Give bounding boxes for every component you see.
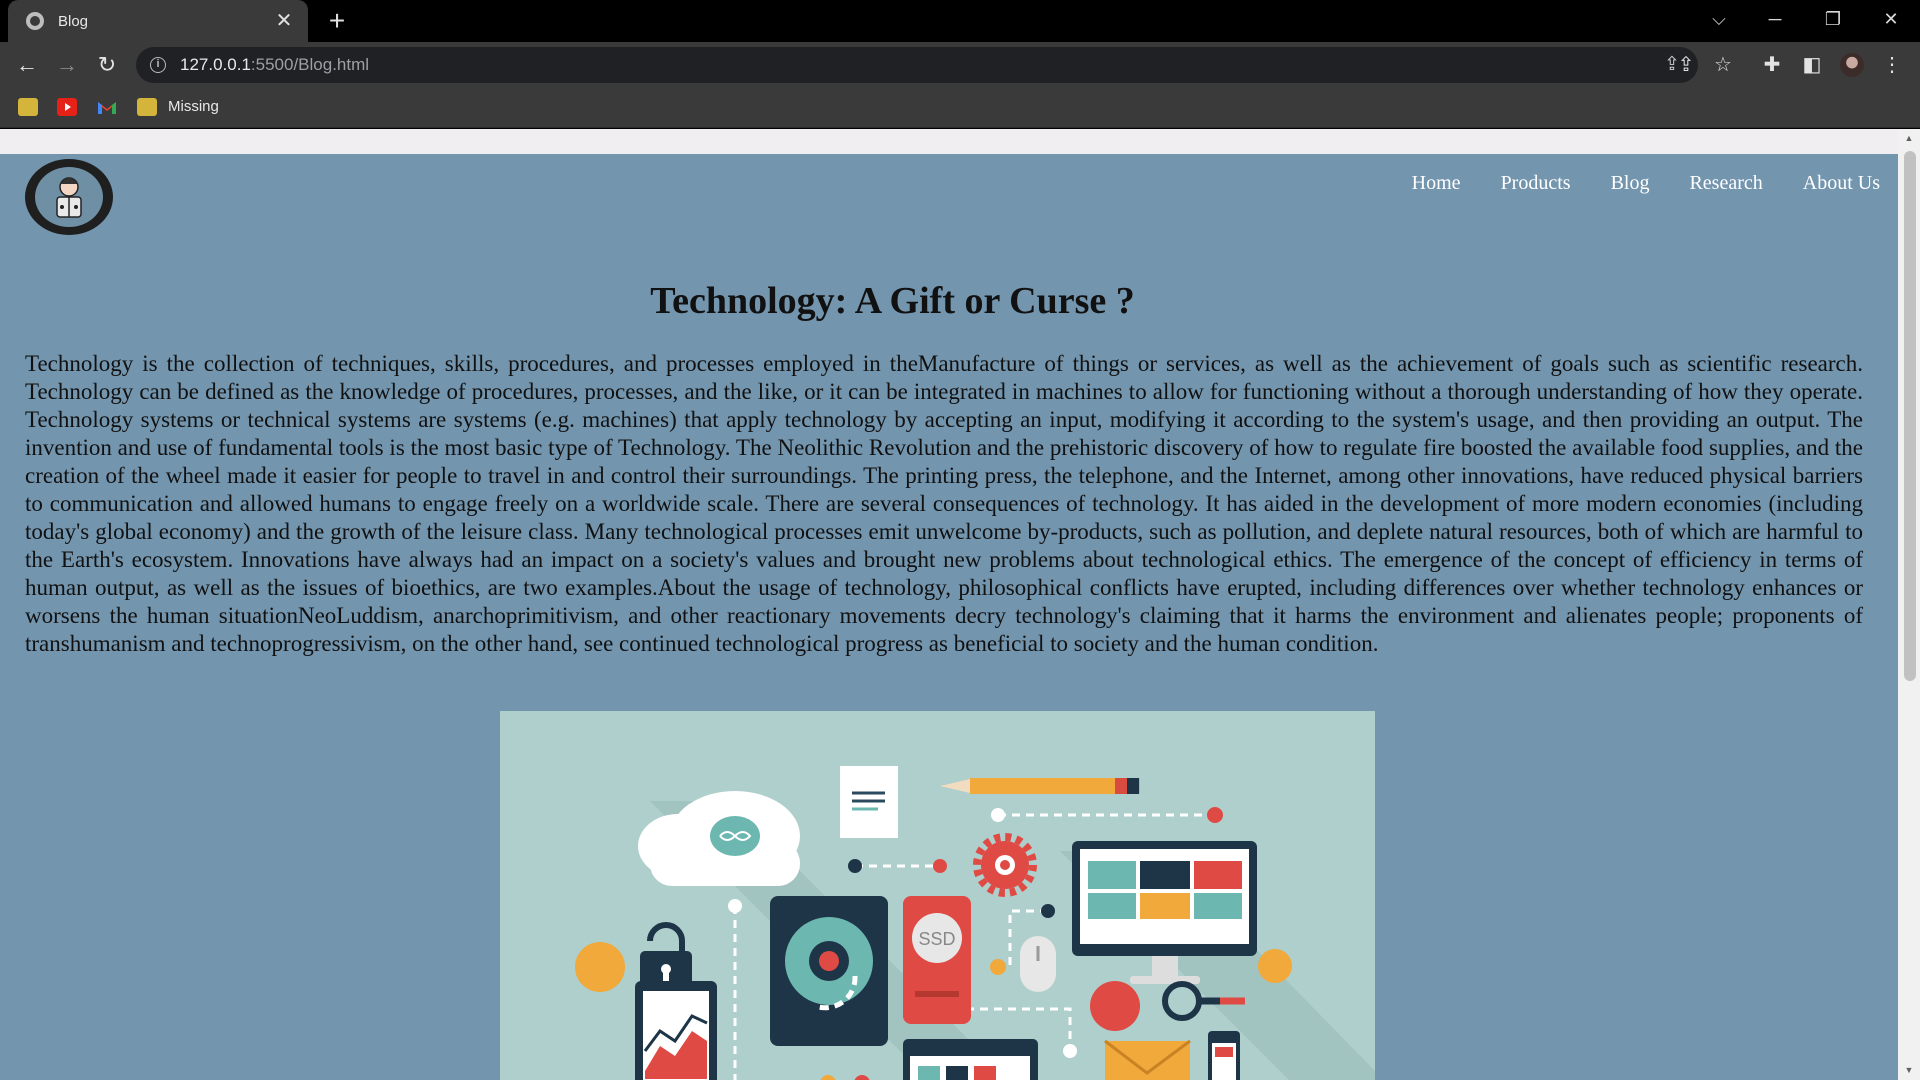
menu-icon[interactable]: ⋮: [1877, 50, 1907, 80]
article-body: Technology is the collection of techniqu…: [25, 351, 1863, 656]
side-panel-icon[interactable]: ◧: [1797, 50, 1827, 80]
nav-products[interactable]: Products: [1501, 172, 1571, 195]
nav-about-us[interactable]: About Us: [1803, 172, 1880, 195]
profile-avatar[interactable]: [1840, 53, 1864, 77]
main-nav: Home Products Blog Research About Us: [1372, 172, 1880, 195]
nav-blog[interactable]: Blog: [1611, 172, 1650, 195]
restore-button[interactable]: ❐: [1810, 0, 1856, 38]
hard-drive-icon: [770, 896, 888, 1046]
scroll-down-icon[interactable]: ▼: [1898, 1065, 1920, 1075]
scroll-thumb[interactable]: [1904, 151, 1916, 681]
close-window-button[interactable]: ✕: [1868, 0, 1914, 38]
reload-button[interactable]: ↻: [92, 50, 122, 80]
ssd-label: SSD: [918, 929, 955, 949]
reader-logo-icon: [35, 167, 103, 227]
bookmark-app-icon[interactable]: [18, 98, 38, 116]
tab-search-button[interactable]: ⌵: [1696, 0, 1742, 38]
extensions-icon[interactable]: ✚: [1757, 50, 1787, 80]
browser-toolbar: ← → ↻ i 127.0.0.1:5500/Blog.html ⇪ ⇪ ☆ ✚…: [0, 42, 1920, 88]
bookmarks-bar: Missing: [0, 88, 1920, 128]
envelope-icon: [1104, 1039, 1191, 1080]
ssd-icon: SSD: [903, 896, 971, 1024]
site-logo[interactable]: [25, 159, 113, 235]
title-bar: Blog ✕ + ⌵ ─ ❐ ✕: [0, 0, 1920, 42]
technology-illustration: SSD: [500, 711, 1375, 1080]
chart-tablet-icon: [635, 981, 717, 1080]
article-title: Technology: A Gift or Curse ?: [650, 280, 1135, 322]
youtube-icon[interactable]: [57, 98, 77, 116]
new-tab-button[interactable]: +: [322, 6, 352, 36]
missing-bookmark-icon[interactable]: [137, 98, 157, 116]
minimize-button[interactable]: ─: [1752, 0, 1798, 38]
vertical-scrollbar[interactable]: ▲ ▼: [1898, 129, 1920, 1080]
url-text: 127.0.0.1:5500/Blog.html: [180, 55, 370, 74]
gear-icon: [973, 833, 1037, 897]
bookmark-missing[interactable]: Missing: [168, 98, 219, 115]
share-icon[interactable]: ⇪: [1671, 50, 1701, 80]
globe-icon: [26, 12, 44, 30]
browser-tab[interactable]: Blog ✕: [8, 0, 308, 42]
scroll-up-icon[interactable]: ▲: [1898, 133, 1920, 143]
tab-title: Blog: [58, 12, 89, 30]
blog-page: Home Products Blog Research About Us Tec…: [0, 154, 1898, 1080]
forward-button[interactable]: →: [52, 50, 82, 80]
tab-close-icon[interactable]: ✕: [272, 9, 296, 33]
bookmark-star-icon[interactable]: ☆: [1708, 50, 1738, 80]
back-button[interactable]: ←: [12, 50, 42, 80]
page-viewport: Home Products Blog Research About Us Tec…: [0, 129, 1898, 1080]
address-bar[interactable]: i 127.0.0.1:5500/Blog.html ⇪: [136, 47, 1698, 83]
gmail-icon[interactable]: [97, 98, 117, 116]
nav-home[interactable]: Home: [1412, 172, 1461, 195]
site-info-icon[interactable]: i: [150, 57, 166, 73]
nav-research[interactable]: Research: [1689, 172, 1762, 195]
